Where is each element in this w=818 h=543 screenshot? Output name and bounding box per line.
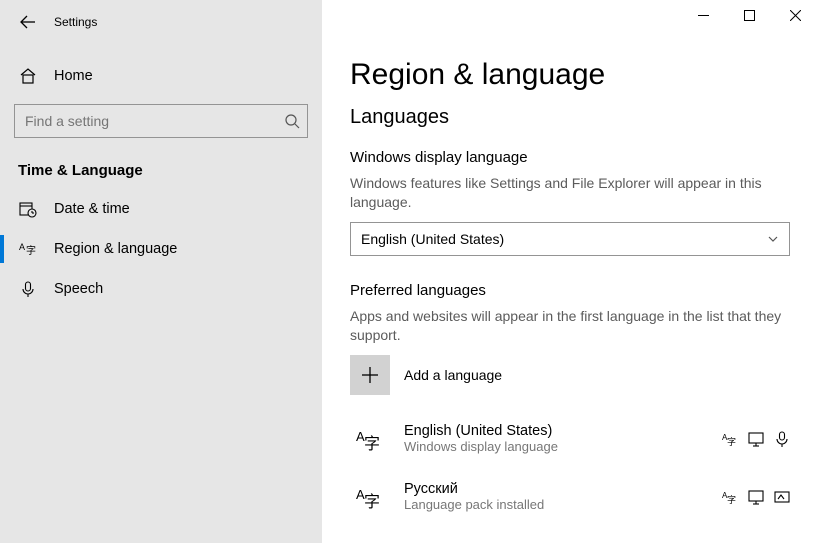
add-language-label: Add a language <box>404 367 502 383</box>
handwriting-icon <box>774 489 790 505</box>
svg-text:A: A <box>19 242 25 252</box>
sidebar-top: Settings <box>0 0 322 44</box>
sidebar-item-label: Speech <box>54 281 103 297</box>
preferred-languages-desc: Apps and websites will appear in the fir… <box>350 307 790 345</box>
maximize-icon <box>744 10 755 21</box>
sidebar-item-home[interactable]: Home <box>0 56 322 96</box>
search-wrap <box>14 104 308 138</box>
language-badges: A字 <box>722 489 790 505</box>
preferred-languages-heading: Preferred languages <box>350 282 790 299</box>
language-row[interactable]: A字 English (United States) Windows displ… <box>350 413 790 471</box>
maximize-button[interactable] <box>726 0 772 30</box>
language-name: English (United States) <box>404 423 722 439</box>
svg-text:字: 字 <box>364 493 380 511</box>
languages-heading: Languages <box>350 106 790 129</box>
close-button[interactable] <box>772 0 818 30</box>
search-input[interactable] <box>14 104 308 138</box>
svg-text:字: 字 <box>364 435 380 453</box>
back-arrow-icon <box>19 13 37 31</box>
language-texts: English (United States) Windows display … <box>404 423 722 454</box>
home-icon <box>18 67 38 85</box>
language-texts: Русский Language pack installed <box>404 481 722 512</box>
sidebar-item-speech[interactable]: Speech <box>0 269 322 309</box>
language-glyph-icon: A字 <box>350 419 390 459</box>
sidebar-item-label: Region & language <box>54 241 177 257</box>
display-icon <box>748 489 764 505</box>
language-name: Русский <box>404 481 722 497</box>
main: Region & language Languages Windows disp… <box>322 0 818 543</box>
close-icon <box>790 10 801 21</box>
plus-icon <box>360 365 380 385</box>
svg-text:字: 字 <box>727 436 736 447</box>
speech-icon <box>774 431 790 447</box>
language-glyph-icon: A字 <box>350 477 390 517</box>
calendar-clock-icon <box>18 200 38 218</box>
content: Region & language Languages Windows disp… <box>322 34 818 529</box>
display-icon <box>748 431 764 447</box>
minimize-button[interactable] <box>680 0 726 30</box>
sidebar-item-region-language[interactable]: A 字 Region & language <box>0 229 322 269</box>
sidebar-item-label: Date & time <box>54 201 130 217</box>
language-badges: A字 <box>722 431 790 447</box>
microphone-icon <box>18 280 38 298</box>
language-pack-icon: A字 <box>722 431 738 447</box>
titlebar <box>322 0 818 34</box>
language-row[interactable]: A字 Русский Language pack installed A字 <box>350 471 790 529</box>
display-language-dropdown[interactable]: English (United States) <box>350 222 790 256</box>
minimize-icon <box>698 10 709 21</box>
svg-text:字: 字 <box>26 244 36 257</box>
page-title: Region & language <box>350 58 790 92</box>
language-subtitle: Language pack installed <box>404 497 722 512</box>
sidebar-home-label: Home <box>54 68 93 84</box>
add-language-button[interactable]: Add a language <box>350 355 790 395</box>
sidebar: Settings Home Time & Language Date & tim… <box>0 0 322 543</box>
language-pack-icon: A字 <box>722 489 738 505</box>
chevron-down-icon <box>767 233 779 245</box>
back-button[interactable] <box>12 6 44 38</box>
plus-box <box>350 355 390 395</box>
sidebar-item-date-time[interactable]: Date & time <box>0 189 322 229</box>
window-title: Settings <box>54 15 97 29</box>
display-language-value: English (United States) <box>361 231 504 247</box>
display-language-desc: Windows features like Settings and File … <box>350 174 790 212</box>
sidebar-section-title: Time & Language <box>18 162 322 179</box>
svg-text:字: 字 <box>727 494 736 505</box>
language-icon: A 字 <box>18 240 38 258</box>
display-language-heading: Windows display language <box>350 149 790 166</box>
language-subtitle: Windows display language <box>404 439 722 454</box>
